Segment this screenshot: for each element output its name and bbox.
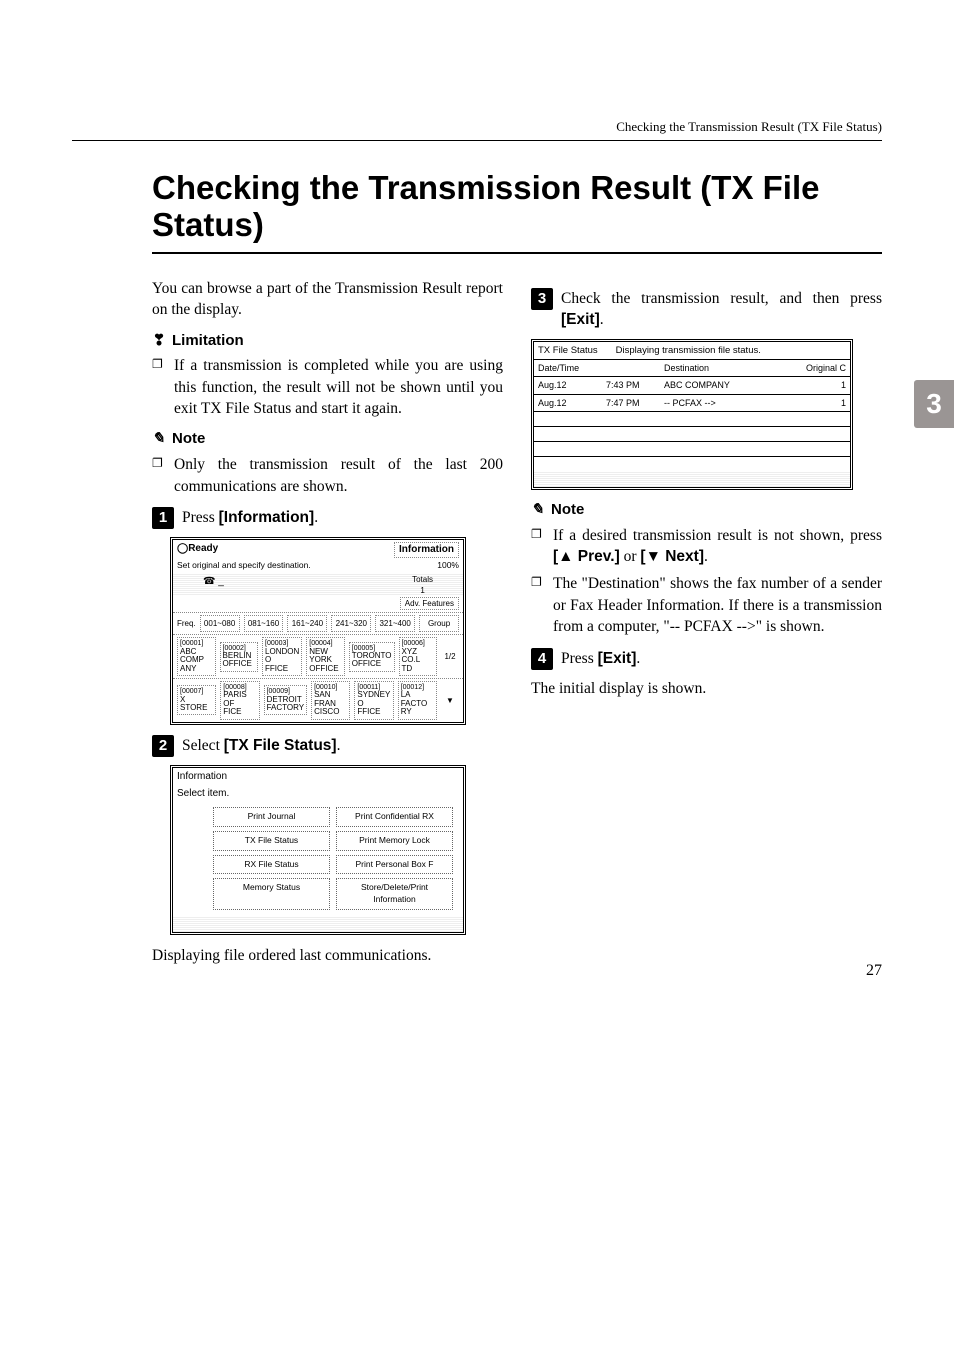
fig2-menu-button: Print Memory Lock	[336, 831, 453, 851]
page-title: Checking the Transmission Result (TX Fil…	[152, 170, 882, 244]
note-heading-2: ✎ Note	[531, 500, 882, 521]
step-number-1: 1	[152, 507, 174, 529]
fig1-range: 321~400	[375, 615, 415, 632]
fig1-range: 001~080	[200, 615, 240, 632]
fig2-menu-button: Memory Status	[213, 878, 330, 909]
fig1-dest-cell: [00006]XYZ CO.LTD	[399, 637, 438, 676]
pencil-icon: ✎	[531, 500, 545, 521]
square-bullet-icon: ❐	[531, 573, 545, 637]
fig3-data-row: Aug.127:43 PMABC COMPANY1	[534, 377, 850, 394]
fig3-title-left: TX File Status	[538, 344, 598, 357]
pencil-icon: ✎	[152, 429, 166, 450]
fig3-head-orig: Original C	[798, 360, 850, 376]
title-rule	[152, 252, 882, 254]
step-number-3: 3	[531, 288, 553, 310]
square-bullet-icon: ❐	[531, 525, 545, 568]
step-number-2: 2	[152, 735, 174, 757]
fig2-menu-button: Print Confidential RX	[336, 807, 453, 827]
step-2: 2 Select [TX File Status].	[152, 735, 503, 757]
fig1-adv-features: Adv. Features	[400, 597, 459, 610]
right-column: 3 Check the transmission result, and the…	[531, 278, 882, 976]
fig1-dest-cell: [00011]SYDNEY OFFICE	[354, 681, 393, 720]
prev-button-label: [▲ Prev.]	[553, 548, 620, 565]
fig2-menu-button: RX File Status	[213, 855, 330, 875]
fig1-ready: Ready	[188, 543, 218, 554]
fig1-range: Group	[419, 615, 459, 632]
fig1-dest-cell: [00012]LA FACTORY	[398, 681, 437, 720]
fig1-dest-cell: [00009]DETROITFACTORY	[264, 685, 308, 715]
step-4: 4 Press [Exit].	[531, 648, 882, 670]
information-button-label: [Information]	[219, 509, 315, 526]
note-heading-1: ✎ Note	[152, 429, 503, 450]
fig2-menu-button: Print Personal Box F	[336, 855, 453, 875]
fig3-head-dest: Destination	[660, 360, 798, 376]
step4-post: .	[636, 650, 640, 667]
note1-text: Only the transmission result of the last…	[174, 454, 503, 497]
after-step2-text: Displaying file ordered last communicati…	[152, 945, 503, 966]
fig1-totals-value: 1	[412, 585, 433, 596]
intro-paragraph: You can browse a part of the Transmissio…	[152, 278, 503, 321]
page-number: 27	[866, 960, 882, 982]
fig1-dest-cell: [00005]TORONTOOFFICE	[349, 642, 395, 672]
note2-item2: The "Destination" shows the fax number o…	[553, 573, 882, 637]
step1-post: .	[314, 509, 318, 526]
fig1-range: 081~160	[244, 615, 284, 632]
fig1-range: 241~320	[331, 615, 371, 632]
fig1-totals-label: Totals	[412, 574, 433, 585]
fig1-dest-cell: [00001]ABC COMPANY	[177, 637, 216, 676]
fig1-dest-cell: [00004]NEW YORKOFFICE	[306, 637, 345, 676]
fig1-dest-cell: [00002]BERLINOFFICE	[220, 642, 259, 672]
fig1-dest-cell: [00010]SAN FRANCISCO	[311, 681, 350, 720]
header-rule	[72, 140, 882, 141]
fig2-menu-button: Print Journal	[213, 807, 330, 827]
step3-text-a: Check the transmission result, and then …	[561, 290, 882, 307]
limitation-heading: ❣ Limitation	[152, 331, 503, 352]
fig1-dest-cell: [00008]PARIS OFFICE	[220, 681, 259, 720]
limitation-text: If a transmission is completed while you…	[174, 355, 503, 419]
note2-item1: If a desired transmission result is not …	[553, 525, 882, 568]
exit-button-label-2: [Exit]	[598, 650, 637, 667]
step2-pre: Select	[182, 737, 224, 754]
note-label-1: Note	[172, 429, 205, 450]
tx-file-status-button-label: [TX File Status]	[224, 737, 337, 754]
next-button-label: [▼ Next]	[640, 548, 704, 565]
figure-information-menu: Information Select item. Print Journal Pr…	[170, 765, 466, 935]
fig2-menu-button: TX File Status	[213, 831, 330, 851]
after-step4-text: The initial display is shown.	[531, 678, 882, 699]
fig2-title2: Select item.	[173, 785, 463, 803]
limitation-label: Limitation	[172, 331, 244, 352]
fig1-set-original: Set original and specify destination.	[177, 560, 311, 572]
step2-post: .	[337, 737, 341, 754]
fig3-head-date: Date/Time	[534, 360, 602, 376]
fig1-range: 161~240	[287, 615, 327, 632]
exit-button-label: [Exit]	[561, 311, 600, 328]
step-number-4: 4	[531, 648, 553, 670]
lightbulb-icon: ❣	[152, 331, 166, 352]
square-bullet-icon: ❐	[152, 355, 166, 419]
note-label-2: Note	[551, 500, 584, 521]
fig1-freq: Freq.	[177, 618, 196, 629]
step1-pre: Press	[182, 509, 219, 526]
left-column: You can browse a part of the Transmissio…	[152, 278, 503, 976]
fig1-dest-cell: [00003]LONDON OFFICE	[262, 637, 302, 676]
square-bullet-icon: ❐	[152, 454, 166, 497]
step-3: 3 Check the transmission result, and the…	[531, 288, 882, 331]
fig3-data-row: Aug.127:47 PM-- PCFAX -->1	[534, 395, 850, 412]
figure-ready-screen: ◯Ready Information Set original and spec…	[170, 537, 466, 725]
figure-tx-file-status: TX File Status Displaying transmission f…	[531, 339, 853, 490]
fig1-pct: 100%	[437, 560, 459, 572]
running-header: Checking the Transmission Result (TX Fil…	[616, 118, 882, 136]
fig1-dest-cell: [00007]X STORE	[177, 685, 216, 715]
fig2-title1: Information	[173, 768, 463, 786]
fig3-title-right: Displaying transmission file status.	[616, 344, 761, 357]
step-1: 1 Press [Information].	[152, 507, 503, 529]
chapter-side-tab: 3	[914, 380, 954, 428]
step4-pre: Press	[561, 650, 598, 667]
step3-text-b: .	[600, 311, 604, 328]
fig2-menu-button: Store/Delete/Print Information	[336, 878, 453, 909]
fig1-info-btn: Information	[394, 542, 459, 558]
